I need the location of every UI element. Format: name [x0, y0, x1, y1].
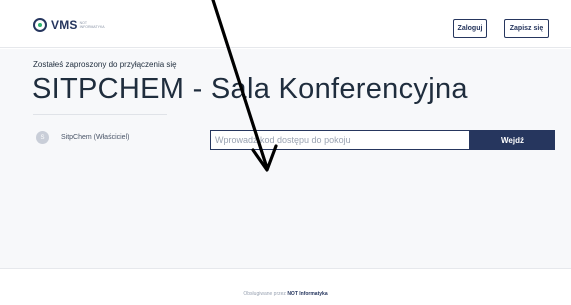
top-navbar: VMS NOT INFORMATYKA Zaloguj Zapisz się — [0, 0, 571, 48]
logo-text: VMS — [51, 18, 78, 32]
vms-logo-icon — [33, 18, 47, 32]
login-button[interactable]: Zaloguj — [453, 19, 487, 38]
owner-name: SitpChem (Właściciel) — [61, 134, 130, 141]
footer-brand-link[interactable]: NOT Informatyka — [287, 291, 327, 297]
room-owner: S SitpChem (Właściciel) — [36, 131, 129, 144]
logo-subtext: NOT INFORMATYKA — [79, 21, 105, 29]
vms-logo[interactable]: VMS NOT INFORMATYKA — [33, 18, 105, 32]
room-title: SITPCHEM - Sala Konferencyjna — [32, 73, 468, 105]
owner-avatar: S — [36, 131, 49, 144]
footer: Obsługiwane przez NOT Informatyka — [0, 291, 571, 297]
enter-room-button[interactable]: Wejdź — [470, 130, 555, 150]
title-divider — [33, 114, 167, 115]
footer-prefix: Obsługiwane przez — [243, 291, 286, 297]
footer-divider — [0, 268, 571, 269]
invitation-text: Zostałeś zaproszony do przyłączenia się — [33, 60, 177, 69]
signup-button[interactable]: Zapisz się — [504, 19, 549, 38]
access-code-input[interactable] — [210, 130, 470, 150]
